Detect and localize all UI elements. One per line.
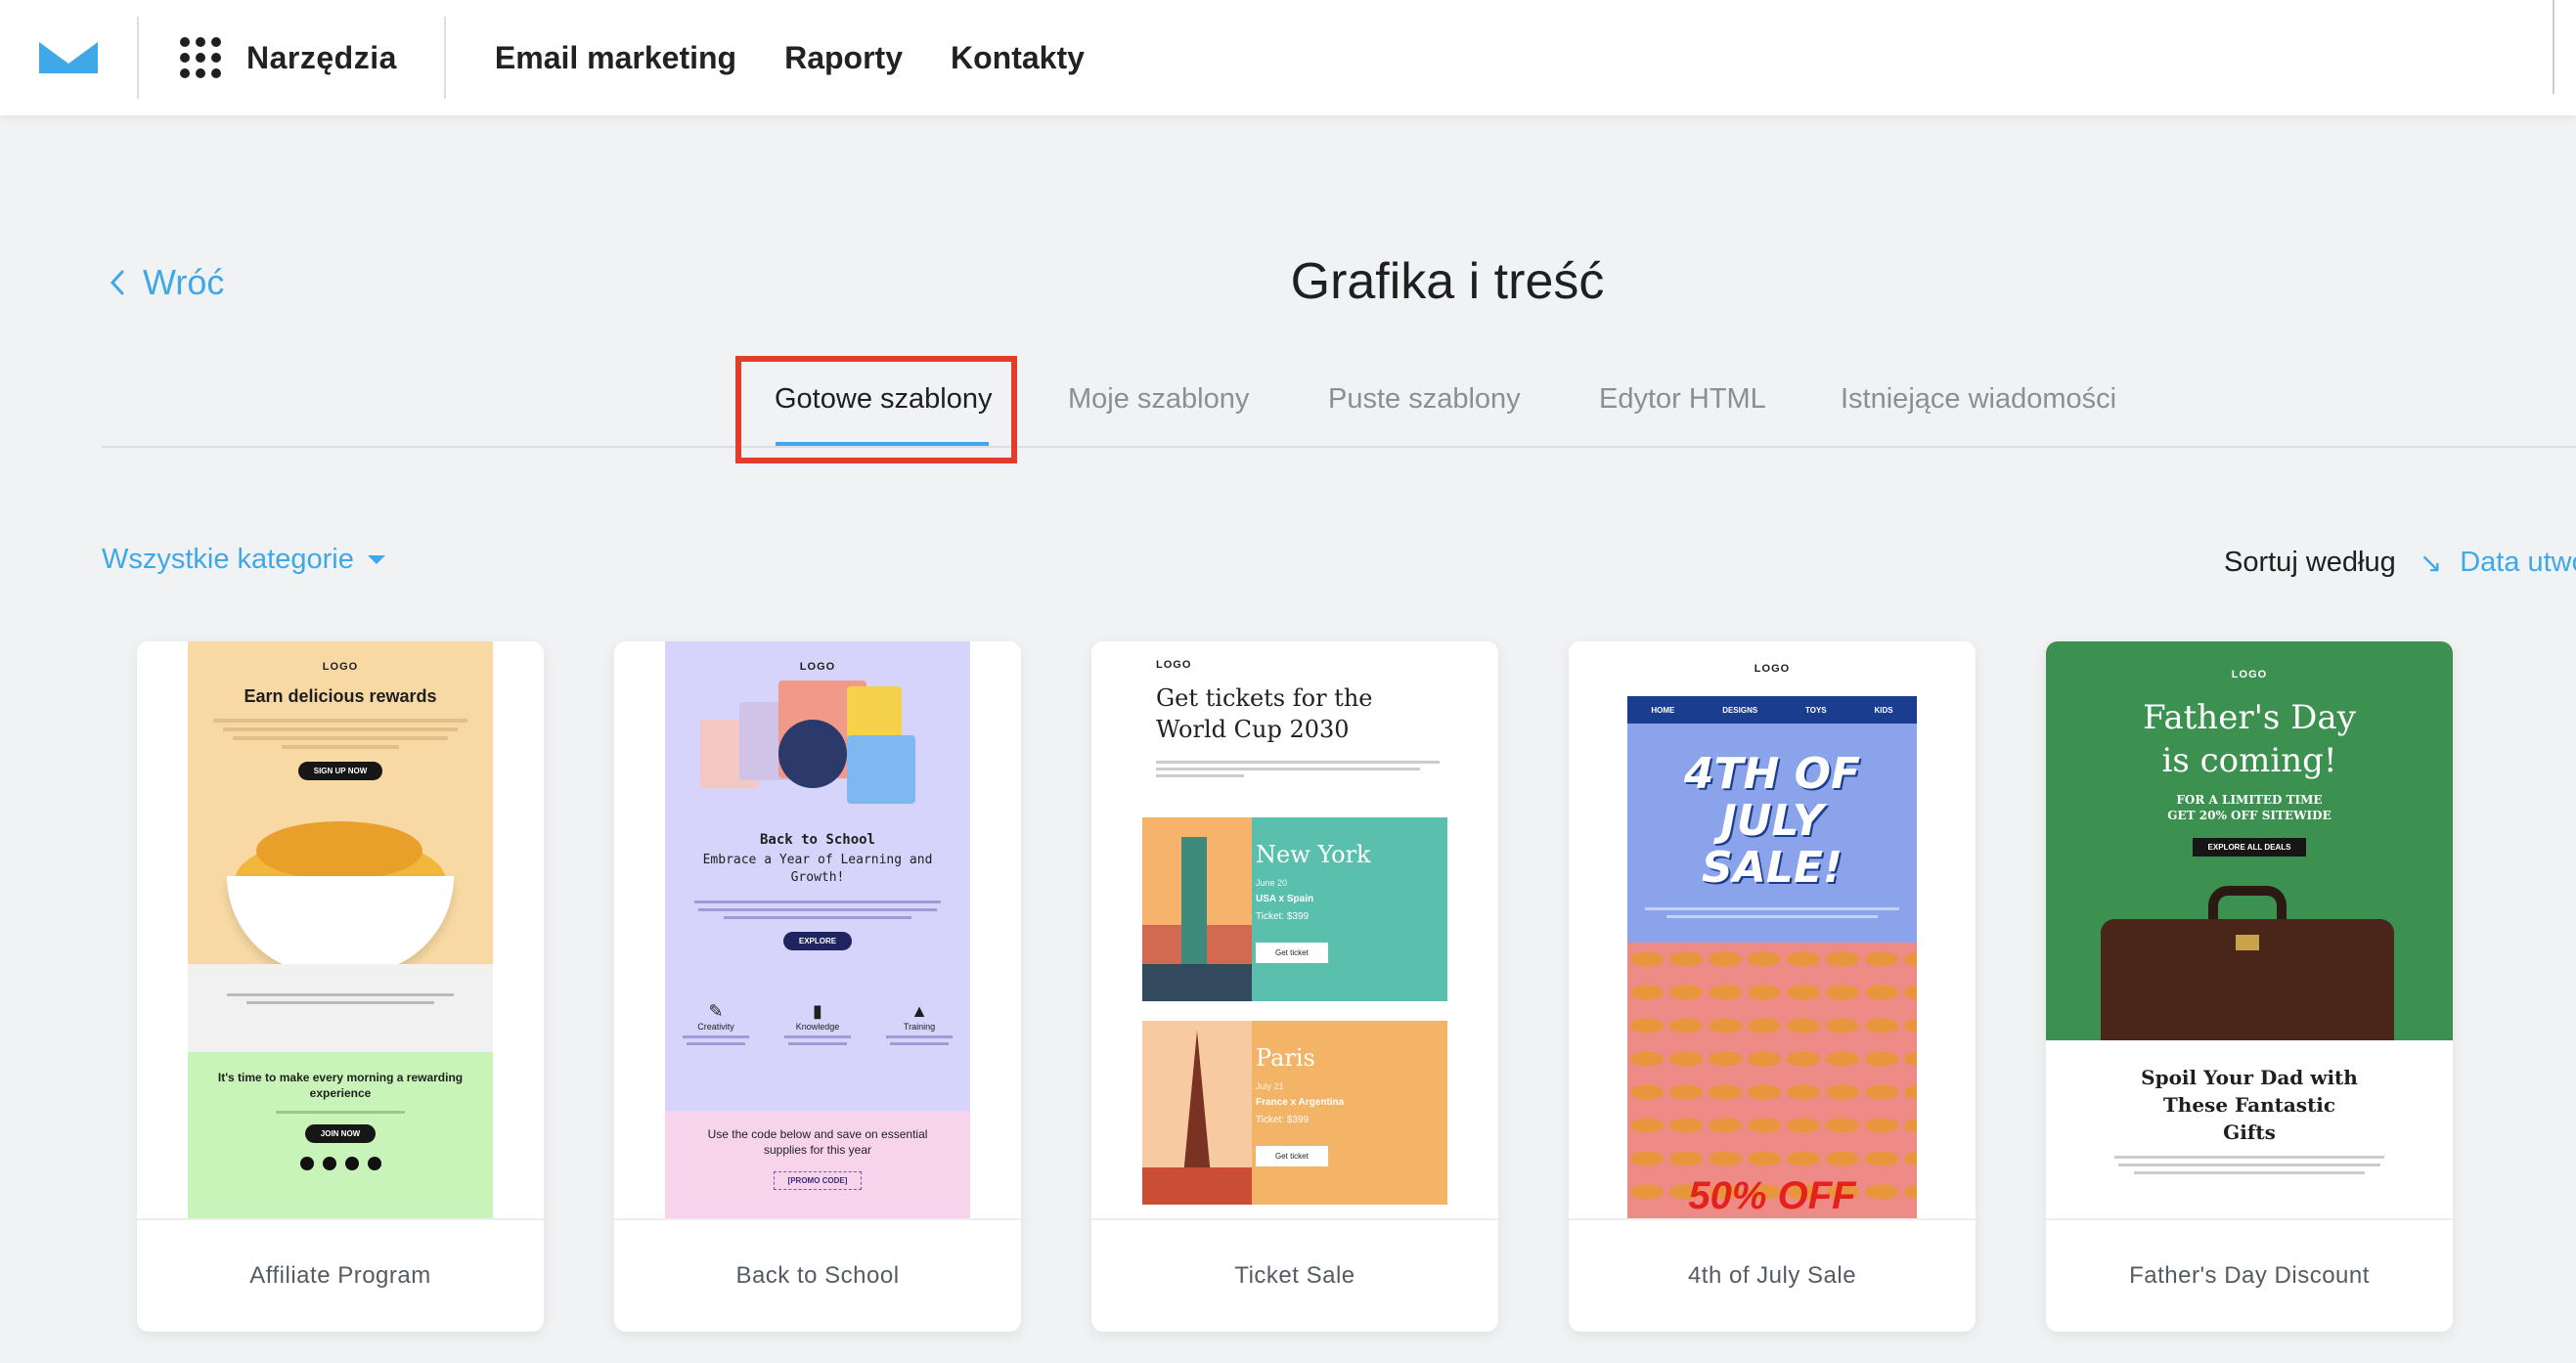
event-card-paris: Paris July 21 France x Argentina Ticket:… xyxy=(1142,1021,1447,1205)
template-tabs: Gotowe szablony Moje szablony Puste szab… xyxy=(102,360,2576,448)
preview-headline: Get tickets for the World Cup 2030 xyxy=(1156,684,1373,743)
graduation-cap-icon: ▲ xyxy=(910,1001,928,1021)
preview-section-title: It's time to make every morning a reward… xyxy=(217,1071,464,1100)
menu-item: HOME xyxy=(1651,705,1675,715)
template-name: Ticket Sale xyxy=(1091,1218,1498,1332)
event-card-new-york: New York June 20 USA x Spain Ticket: $39… xyxy=(1142,817,1447,1001)
template-card-affiliate[interactable]: LOGO Earn delicious rewards SIGN UP NOW … xyxy=(137,641,544,1332)
caret-down-icon xyxy=(367,555,385,564)
preview-headline: 4TH OF JULY SALE! xyxy=(1683,749,1861,893)
book-icon: ▮ xyxy=(813,1001,822,1021)
template-name: 4th of July Sale xyxy=(1569,1218,1976,1332)
sort-arrow-icon[interactable]: ↘ xyxy=(2420,547,2442,579)
preview-headline: Earn delicious rewards xyxy=(244,686,437,706)
template-name: Back to School xyxy=(614,1218,1021,1332)
template-card-back-to-school[interactable]: LOGO Back to School Embrace a Year of Le… xyxy=(614,641,1021,1332)
template-preview: LOGO Get tickets for the World Cup 2030 … xyxy=(1091,641,1498,1218)
get-ticket-button: Get ticket xyxy=(1256,1146,1328,1166)
sort-label: Sortuj według xyxy=(2224,547,2396,578)
pencil-icon: ✎ xyxy=(708,1001,724,1021)
page-title: Grafika i treść xyxy=(1290,253,1605,310)
divider xyxy=(2553,0,2554,94)
main-nav: Email marketing Raporty Kontakty xyxy=(446,0,1133,115)
tab-existing-messages[interactable]: Istniejące wiadomości xyxy=(1841,383,2116,416)
preview-title: Back to School xyxy=(759,832,875,848)
top-bar: Narzędzia Email marketing Raporty Kontak… xyxy=(0,0,2576,115)
category-label: Wszystkie kategorie xyxy=(102,544,354,575)
preview-subtitle: Embrace a Year of Learning and Growth! xyxy=(702,853,933,885)
tools-label: Narzędzia xyxy=(246,39,397,75)
preview-logo: LOGO xyxy=(2231,669,2268,681)
event-match: France x Argentina xyxy=(1256,1097,1345,1108)
template-card-4th-of-july[interactable]: LOGO HOME DESIGNS TOYS KIDS 4TH OF JULY … xyxy=(1569,641,1976,1332)
preview-button: JOIN NOW xyxy=(304,1124,377,1143)
menu-item: DESIGNS xyxy=(1722,705,1758,715)
sort-value[interactable]: Data utwo xyxy=(2460,547,2576,579)
template-preview: LOGO HOME DESIGNS TOYS KIDS 4TH OF JULY … xyxy=(1569,641,1976,1218)
grid-dots-icon xyxy=(180,37,221,78)
nav-email-marketing[interactable]: Email marketing xyxy=(495,40,736,76)
template-preview: LOGO Back to School Embrace a Year of Le… xyxy=(665,641,970,1218)
category-dropdown[interactable]: Wszystkie kategorie xyxy=(102,544,385,576)
menu-item: TOYS xyxy=(1805,705,1827,715)
template-name: Affiliate Program xyxy=(137,1218,544,1332)
event-city: New York xyxy=(1256,841,1371,868)
hotdog-pattern-image: 50% OFF xyxy=(1627,943,1917,1218)
preview-menu-bar: HOME DESIGNS TOYS KIDS xyxy=(1627,696,1917,724)
briefcase-image xyxy=(2101,886,2394,1040)
preview-logo: LOGO xyxy=(1754,663,1791,675)
tab-html-editor[interactable]: Edytor HTML xyxy=(1599,383,1766,416)
feature-label: Training xyxy=(903,1022,936,1032)
menu-item: KIDS xyxy=(1874,705,1893,715)
nav-reports[interactable]: Raporty xyxy=(784,40,903,76)
feature-label: Creativity xyxy=(697,1022,734,1032)
template-preview: LOGO Earn delicious rewards SIGN UP NOW … xyxy=(188,641,493,1218)
feature-label: Knowledge xyxy=(795,1022,840,1032)
highlight-annotation xyxy=(735,356,1017,463)
preview-subline: FOR A LIMITED TIME GET 20% OFF SITEWIDE xyxy=(2167,793,2332,822)
preview-headline: Father's Day is coming! xyxy=(2143,698,2356,780)
tools-menu[interactable]: Narzędzia xyxy=(139,0,444,115)
preview-button: EXPLORE ALL DEALS xyxy=(2192,838,2307,857)
tab-blank-templates[interactable]: Puste szablony xyxy=(1328,383,1521,416)
event-date: June 20 xyxy=(1256,878,1288,888)
preview-button: SIGN UP NOW xyxy=(297,762,383,780)
template-name: Father's Day Discount xyxy=(2046,1218,2453,1332)
preview-promo-text: Use the code below and save on essential… xyxy=(707,1127,928,1157)
template-card-ticket-sale[interactable]: LOGO Get tickets for the World Cup 2030 … xyxy=(1091,641,1498,1332)
statue-of-liberty-image xyxy=(1142,817,1252,1001)
event-price: Ticket: $399 xyxy=(1256,1115,1310,1125)
eiffel-tower-image xyxy=(1142,1021,1252,1205)
event-price: Ticket: $399 xyxy=(1256,911,1310,922)
tab-my-templates[interactable]: Moje szablony xyxy=(1068,383,1249,416)
preview-section-title: Spoil Your Dad with These Fantastic Gift… xyxy=(2141,1066,2358,1144)
preview-logo: LOGO xyxy=(799,661,836,673)
nav-contacts[interactable]: Kontakty xyxy=(951,40,1085,76)
sort-control: Sortuj według ↘ Data utwo xyxy=(2224,547,2576,579)
template-card-fathers-day[interactable]: LOGO Father's Day is coming! FOR A LIMIT… xyxy=(2046,641,2453,1332)
template-preview: LOGO Father's Day is coming! FOR A LIMIT… xyxy=(2046,641,2453,1218)
preview-offer: 50% OFF xyxy=(1688,1174,1856,1217)
preview-logo: LOGO xyxy=(1156,659,1192,671)
preview-button: EXPLORE xyxy=(782,932,853,950)
event-match: USA x Spain xyxy=(1256,894,1314,904)
preview-promo-code: [PROMO CODE] xyxy=(773,1171,863,1190)
home-logo[interactable] xyxy=(0,0,137,115)
envelope-logo-icon xyxy=(39,40,98,73)
illustration-image xyxy=(700,681,935,817)
get-ticket-button: Get ticket xyxy=(1256,943,1328,963)
event-date: July 21 xyxy=(1256,1081,1284,1091)
event-city: Paris xyxy=(1256,1044,1315,1072)
preview-logo: LOGO xyxy=(322,661,359,673)
